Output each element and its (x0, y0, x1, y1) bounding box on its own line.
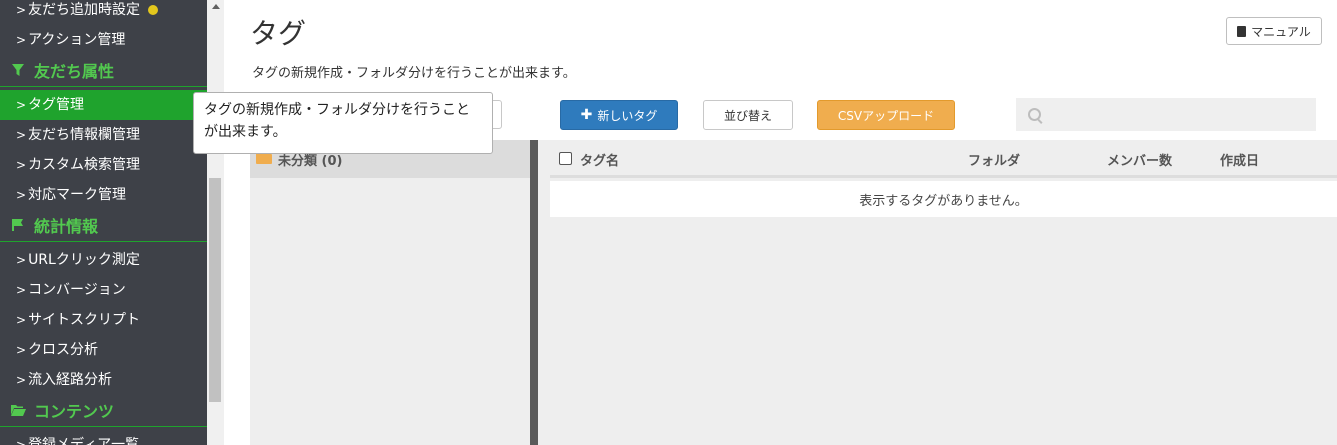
sidebar-item-cross-analysis[interactable]: > クロス分析 (0, 335, 207, 365)
chevron-right-icon: > (16, 188, 27, 202)
book-icon (1237, 25, 1247, 37)
empty-message: 表示するタグがありません。 (550, 181, 1337, 217)
csv-upload-button[interactable]: CSVアップロード (817, 100, 955, 130)
sidebar: > 友だち追加時設定 > アクション管理 友だち属性 > タグ管理 > 友だち情報欄管理… (0, 0, 207, 445)
folder-icon (256, 151, 272, 164)
new-tag-button[interactable]: ✚ 新しいタグ (560, 100, 678, 130)
page-title: タグ (250, 17, 307, 50)
tag-table: タグ名 フォルダ メンバー数 作成日 表示するタグがありません。 (538, 140, 1337, 445)
sidebar-item-response-marks[interactable]: > 対応マーク管理 (0, 180, 207, 210)
plus-icon: ✚ (580, 107, 593, 123)
scrollbar-thumb[interactable] (209, 178, 221, 402)
page-description: タグの新規作成・フォルダ分けを行うことが出来ます。 (252, 66, 576, 81)
sidebar-item-custom-search[interactable]: > カスタム検索管理 (0, 150, 207, 180)
chevron-right-icon: > (16, 98, 27, 112)
folder-open-icon (10, 397, 26, 427)
select-all-checkbox[interactable] (559, 152, 572, 165)
column-header-created-date[interactable]: 作成日 (1220, 150, 1259, 169)
sidebar-scrollbar[interactable] (207, 0, 224, 445)
chevron-right-icon: > (16, 313, 27, 327)
flag-icon (10, 212, 26, 242)
sidebar-section-contents[interactable]: コンテンツ (0, 397, 207, 427)
sort-button[interactable]: 並び替え (703, 100, 793, 130)
chevron-right-icon: > (16, 33, 27, 47)
chevron-right-icon: > (16, 3, 27, 17)
tooltip: タグの新規作成・フォルダ分けを行うことが出来ます。 (193, 92, 493, 154)
filter-icon (10, 57, 26, 87)
panel-divider[interactable] (530, 140, 538, 445)
sidebar-item-conversion[interactable]: > コンバージョン (0, 275, 207, 305)
sidebar-item-action-management[interactable]: > アクション管理 (0, 25, 207, 55)
sidebar-item-friend-add-settings[interactable]: > 友だち追加時設定 (0, 0, 207, 25)
search-box[interactable] (1016, 98, 1316, 133)
scroll-up-arrow-icon[interactable] (207, 0, 224, 12)
column-header-tag-name[interactable]: タグ名 (580, 150, 619, 169)
chevron-right-icon: > (16, 253, 27, 267)
sidebar-item-tag-management[interactable]: > タグ管理 (0, 90, 207, 120)
column-header-member-count[interactable]: メンバー数 (1107, 150, 1172, 169)
notification-dot (148, 5, 159, 15)
folder-panel: 未分類 (0) (250, 140, 530, 445)
chevron-right-icon: > (16, 343, 27, 357)
sidebar-section-friend-attributes[interactable]: 友だち属性 (0, 57, 207, 87)
sidebar-item-url-click[interactable]: > URLクリック測定 (0, 245, 207, 275)
search-input[interactable] (1040, 98, 1314, 133)
chevron-right-icon: > (16, 283, 27, 297)
chevron-right-icon: > (16, 128, 27, 142)
manual-button[interactable]: マニュアル (1226, 17, 1322, 45)
chevron-right-icon: > (16, 438, 27, 445)
sidebar-item-friend-info-fields[interactable]: > 友だち情報欄管理 (0, 120, 207, 150)
table-header: タグ名 フォルダ メンバー数 作成日 (550, 140, 1337, 178)
chevron-right-icon: > (16, 373, 27, 387)
chevron-right-icon: > (16, 158, 27, 172)
sidebar-item-inflow-route[interactable]: > 流入経路分析 (0, 365, 207, 395)
sidebar-section-statistics[interactable]: 統計情報 (0, 212, 207, 242)
sidebar-item-registered-media[interactable]: > 登録メディア一覧 (0, 430, 207, 445)
sidebar-item-site-script[interactable]: > サイトスクリプト (0, 305, 207, 335)
column-header-folder[interactable]: フォルダ (968, 150, 1020, 169)
